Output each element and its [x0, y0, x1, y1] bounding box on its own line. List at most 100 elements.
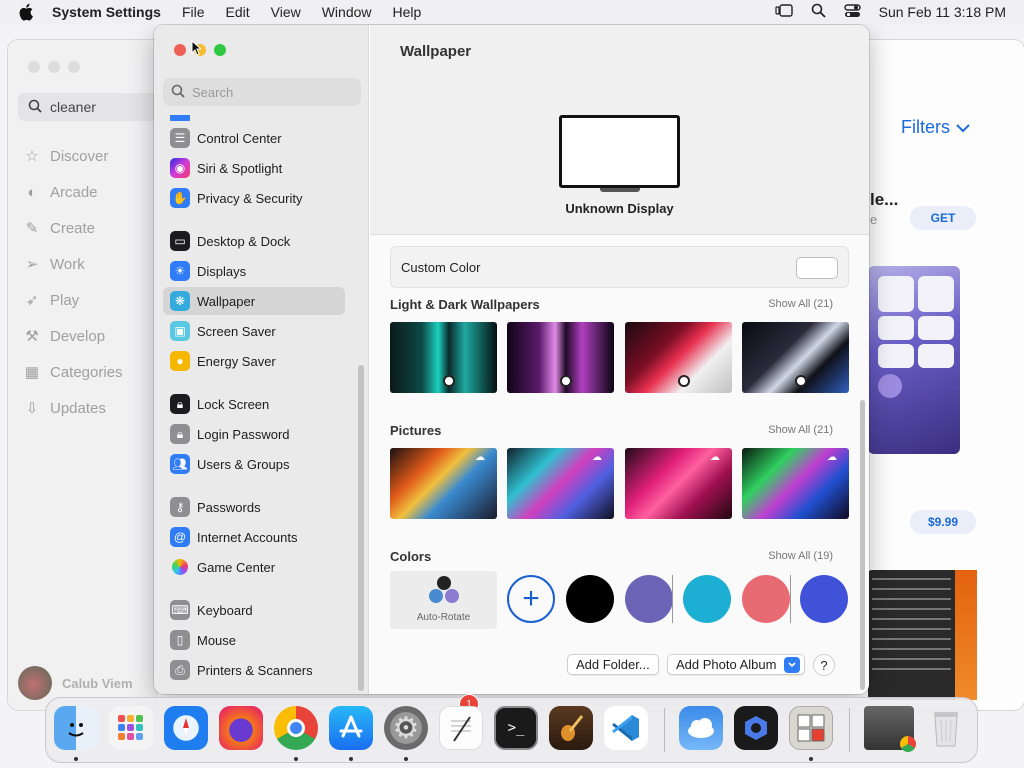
- sidebar-item-cut[interactable]: [163, 115, 345, 121]
- paperplane-icon: ➢: [25, 256, 39, 273]
- arcade-icon: ◐: [27, 183, 37, 201]
- settings-search-input[interactable]: Search: [163, 78, 361, 106]
- sidebar-item-lock-screen[interactable]: 🔒︎ Lock Screen: [163, 390, 345, 418]
- app-screenshot[interactable]: [868, 266, 960, 454]
- nav-updates[interactable]: ⇩ Updates: [22, 398, 152, 418]
- app-store-search-input[interactable]: cleaner: [18, 93, 168, 121]
- finder-icon[interactable]: [54, 706, 98, 750]
- vscode-icon[interactable]: [604, 706, 648, 750]
- price-button[interactable]: $9.99: [910, 510, 976, 534]
- apple-icon[interactable]: [18, 3, 36, 21]
- sidebar-item-passwords[interactable]: ⚷ Passwords: [163, 493, 345, 521]
- color-swatch-black[interactable]: [566, 575, 614, 623]
- garageband-icon[interactable]: [549, 706, 593, 750]
- menu-help[interactable]: Help: [393, 4, 422, 20]
- content-scrollbar[interactable]: [860, 400, 865, 690]
- launchpad-icon[interactable]: [109, 706, 153, 750]
- account-button[interactable]: Calub Viem: [18, 666, 133, 700]
- menu-window[interactable]: Window: [322, 4, 372, 20]
- search-icon: [171, 84, 185, 101]
- key-icon: ⚷: [170, 497, 190, 517]
- safari-icon[interactable]: [164, 706, 208, 750]
- wallpaper-thumb[interactable]: ☁: [625, 448, 732, 519]
- weather-icon[interactable]: [679, 706, 723, 750]
- system-settings-icon[interactable]: ⚙: [384, 706, 428, 750]
- nav-label: Create: [50, 219, 96, 237]
- sidebar-item-energy-saver[interactable]: ● Energy Saver: [163, 347, 345, 375]
- zoom-button[interactable]: [214, 44, 226, 56]
- sidebar-item-printers-scanners[interactable]: ⎙ Printers & Scanners: [163, 656, 345, 684]
- menu-app-name[interactable]: System Settings: [52, 4, 161, 20]
- color-swatch-cyan[interactable]: [683, 575, 731, 623]
- menu-edit[interactable]: Edit: [226, 4, 250, 20]
- chrome-icon[interactable]: [274, 706, 318, 750]
- preview-window-icon[interactable]: [864, 706, 916, 752]
- sidebar-item-keyboard[interactable]: ⌨ Keyboard: [163, 596, 345, 624]
- nav-work[interactable]: ➢ Work: [22, 254, 152, 274]
- menu-view[interactable]: View: [271, 4, 301, 20]
- brush-icon: ✎: [25, 220, 39, 237]
- nav-label: Play: [50, 291, 80, 309]
- sidebar-item-screen-saver[interactable]: ▣ Screen Saver: [163, 317, 345, 345]
- terminal-icon[interactable]: >_: [494, 706, 538, 750]
- add-photo-album-button[interactable]: Add Photo Album: [667, 654, 806, 675]
- puzzle-icon[interactable]: [789, 706, 833, 750]
- sidebar-item-displays[interactable]: ☀ Displays: [163, 257, 345, 285]
- close-button[interactable]: [174, 44, 186, 56]
- filters-button[interactable]: Filters: [901, 117, 970, 138]
- color-swatch-coral[interactable]: [742, 575, 790, 623]
- wallpaper-thumb[interactable]: [625, 322, 732, 393]
- sidebar-item-mouse[interactable]: ▯ Mouse: [163, 626, 345, 654]
- sidebar-item-siri-spotlight[interactable]: ◉ Siri & Spotlight: [163, 154, 345, 182]
- get-button[interactable]: GET: [910, 206, 976, 230]
- sidebar-item-login-password[interactable]: 🔒︎ Login Password: [163, 420, 345, 448]
- menu-datetime[interactable]: Sun Feb 11 3:18 PM: [879, 4, 1006, 20]
- menu-bar: System Settings File Edit View Window He…: [0, 0, 1024, 24]
- show-all-pictures[interactable]: Show All (21): [768, 424, 833, 436]
- app-screenshot-2[interactable]: [868, 570, 977, 700]
- add-color-button[interactable]: +: [507, 575, 555, 623]
- wallpaper-thumb[interactable]: [507, 322, 614, 393]
- spotlight-search-icon[interactable]: [811, 3, 826, 21]
- help-button[interactable]: ?: [813, 654, 835, 676]
- nav-label: Discover: [50, 147, 109, 165]
- menu-file[interactable]: File: [182, 4, 205, 20]
- sidebar-item-wallpaper[interactable]: ❋ Wallpaper: [163, 287, 345, 315]
- sidebar-item-desktop-dock[interactable]: ▭ Desktop & Dock: [163, 227, 345, 255]
- app-store-window-controls: [28, 61, 80, 73]
- nav-develop[interactable]: ⚒ Develop: [22, 326, 152, 346]
- add-folder-button[interactable]: Add Folder...: [567, 654, 659, 675]
- stage-manager-icon[interactable]: [775, 3, 793, 21]
- auto-rotate-icon: [428, 576, 459, 603]
- result-title[interactable]: le...: [870, 190, 898, 210]
- control-center-icon[interactable]: [843, 3, 861, 21]
- wallpaper-thumb[interactable]: ☁: [390, 448, 497, 519]
- sidebar-item-game-center[interactable]: Game Center: [163, 553, 345, 581]
- app-store-icon[interactable]: [329, 706, 373, 750]
- show-all-light-dark[interactable]: Show All (21): [768, 298, 833, 310]
- sidebar-item-control-center[interactable]: ☰ Control Center: [163, 124, 345, 152]
- sidebar-item-users-groups[interactable]: 👥︎ Users & Groups: [163, 450, 345, 478]
- color-swatch-purple[interactable]: [625, 575, 673, 623]
- color-swatch-blue[interactable]: [800, 575, 848, 623]
- show-all-colors[interactable]: Show All (19): [768, 550, 833, 562]
- auto-rotate-tile[interactable]: Auto-Rotate: [390, 571, 497, 629]
- nav-play[interactable]: ➶ Play: [22, 290, 152, 310]
- firefox-icon[interactable]: [219, 706, 263, 750]
- wallpaper-thumb[interactable]: [742, 322, 849, 393]
- screenium-icon[interactable]: [734, 706, 778, 750]
- sidebar-scrollbar[interactable]: [358, 365, 364, 691]
- trash-icon[interactable]: [924, 706, 968, 750]
- sidebar-item-internet-accounts[interactable]: @ Internet Accounts: [163, 523, 345, 551]
- textedit-icon[interactable]: [439, 706, 483, 750]
- nav-categories[interactable]: ▦ Categories: [22, 362, 152, 382]
- nav-create[interactable]: ✎ Create: [22, 218, 152, 238]
- wallpaper-thumb[interactable]: ☁: [507, 448, 614, 519]
- wallpaper-thumb[interactable]: [390, 322, 497, 393]
- nav-arcade[interactable]: ◐ Arcade: [22, 182, 152, 202]
- sidebar-item-privacy-security[interactable]: ✋ Privacy & Security: [163, 184, 345, 212]
- custom-color-swatch[interactable]: [796, 257, 838, 279]
- wallpaper-thumb[interactable]: ☁: [742, 448, 849, 519]
- nav-discover[interactable]: ☆ Discover: [22, 146, 152, 166]
- page-title: Wallpaper: [400, 43, 472, 60]
